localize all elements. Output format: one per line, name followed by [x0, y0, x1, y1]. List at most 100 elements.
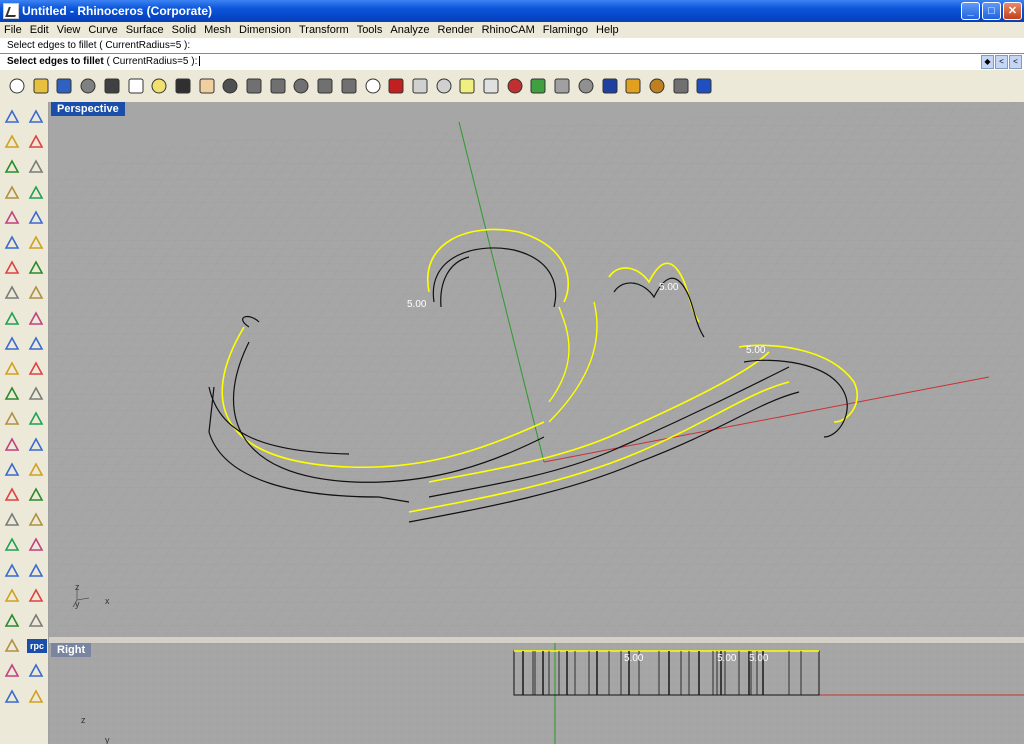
command-scroll-button-0[interactable]: ◆ — [981, 55, 994, 69]
open-icon[interactable] — [32, 77, 50, 95]
settings-icon[interactable] — [648, 77, 666, 95]
cut-icon[interactable] — [103, 77, 121, 95]
menu-help[interactable]: Help — [592, 22, 623, 38]
polygon-icon[interactable] — [3, 209, 21, 227]
four-viewports-icon[interactable] — [364, 77, 382, 95]
menu-flamingo[interactable]: Flamingo — [539, 22, 592, 38]
shovel-icon[interactable] — [27, 612, 45, 630]
right-viewport-label[interactable]: Right — [51, 643, 92, 657]
menu-edit[interactable]: Edit — [26, 22, 53, 38]
command-line[interactable]: Select edges to fillet ( CurrentRadius=5… — [0, 53, 1024, 71]
leaf-icon[interactable] — [3, 662, 21, 680]
surface-icon[interactable] — [3, 234, 21, 252]
layer-icon[interactable] — [411, 77, 429, 95]
rotate-icon[interactable] — [3, 536, 21, 554]
maximize-button[interactable]: □ — [982, 2, 1001, 20]
group-icon[interactable] — [27, 360, 45, 378]
material-ball-icon[interactable] — [27, 511, 45, 529]
point-icon[interactable] — [27, 108, 45, 126]
select-arrow-icon[interactable] — [3, 108, 21, 126]
menu-transform[interactable]: Transform — [295, 22, 353, 38]
menu-render[interactable]: Render — [434, 22, 478, 38]
menu-file[interactable]: File — [0, 22, 26, 38]
zoom-selected-icon[interactable] — [316, 77, 334, 95]
command-scroll-button-2[interactable]: < — [1009, 55, 1022, 69]
cylinder-icon[interactable] — [3, 284, 21, 302]
join-icon[interactable] — [3, 360, 21, 378]
zoom-previous-icon[interactable] — [340, 77, 358, 95]
bulb-icon[interactable] — [3, 688, 21, 706]
viewport-icon[interactable] — [3, 587, 21, 605]
perspective-viewport[interactable]: Perspective 5.00 5.00 5.00 y x z — [49, 102, 1024, 637]
dimension-icon[interactable] — [27, 410, 45, 428]
zoom-window-icon[interactable] — [269, 77, 287, 95]
rhino-app-icon[interactable] — [3, 3, 19, 19]
array-icon[interactable] — [27, 436, 45, 454]
fillet-curve-icon[interactable] — [27, 209, 45, 227]
sphere-render-icon[interactable] — [3, 562, 21, 580]
lightbulb-icon[interactable] — [458, 77, 476, 95]
menu-solid[interactable]: Solid — [168, 22, 200, 38]
menu-mesh[interactable]: Mesh — [200, 22, 235, 38]
zoom-icon[interactable] — [3, 612, 21, 630]
right-viewport[interactable]: Right 5.00 5.00 5.00 z y — [49, 640, 1024, 744]
boolean-icon[interactable] — [27, 310, 45, 328]
menu-analyze[interactable]: Analyze — [386, 22, 433, 38]
shade-icon[interactable] — [27, 536, 45, 554]
lock-icon[interactable] — [482, 77, 500, 95]
command-prompt[interactable]: Select edges to fillet ( CurrentRadius=5… — [7, 56, 201, 67]
explode-icon[interactable] — [3, 310, 21, 328]
save-icon[interactable] — [55, 77, 73, 95]
color-wheel-icon[interactable] — [529, 77, 547, 95]
transform-icon[interactable] — [3, 436, 21, 454]
material-icon[interactable] — [506, 77, 524, 95]
paste-icon[interactable] — [150, 77, 168, 95]
menu-curve[interactable]: Curve — [84, 22, 121, 38]
split-icon[interactable] — [27, 335, 45, 353]
render-icon[interactable] — [3, 486, 21, 504]
polyline-icon[interactable] — [3, 133, 21, 151]
menu-dimension[interactable]: Dimension — [235, 22, 295, 38]
box-icon[interactable] — [3, 259, 21, 277]
arc-icon[interactable] — [3, 184, 21, 202]
control-points-icon[interactable] — [27, 133, 45, 151]
paint-icon[interactable] — [3, 637, 21, 655]
car-icon[interactable] — [387, 77, 405, 95]
help-icon[interactable] — [27, 688, 45, 706]
shaded-sphere-icon[interactable] — [601, 77, 619, 95]
plane-icon[interactable] — [27, 284, 45, 302]
rpc-icon[interactable]: rpc — [27, 637, 47, 655]
zoom-icon[interactable] — [245, 77, 263, 95]
command-scroll-button-1[interactable]: < — [995, 55, 1008, 69]
ellipse-icon[interactable] — [27, 158, 45, 176]
render-sphere-icon[interactable] — [553, 77, 571, 95]
flag-icon[interactable] — [624, 77, 642, 95]
extrude-icon[interactable] — [27, 234, 45, 252]
menu-tools[interactable]: Tools — [353, 22, 387, 38]
snap-icon[interactable] — [435, 77, 453, 95]
rotate-view-icon[interactable] — [221, 77, 239, 95]
wireframe-sphere-icon[interactable] — [577, 77, 595, 95]
environment-icon[interactable] — [27, 562, 45, 580]
trim-icon[interactable] — [3, 335, 21, 353]
close-button[interactable]: ✕ — [1003, 2, 1022, 20]
menu-view[interactable]: View — [53, 22, 85, 38]
help-icon[interactable] — [695, 77, 713, 95]
zoom-extents-icon[interactable] — [292, 77, 310, 95]
print-icon[interactable] — [79, 77, 97, 95]
snapshot-icon[interactable] — [27, 461, 45, 479]
offset-icon[interactable] — [3, 385, 21, 403]
perspective-viewport-label[interactable]: Perspective — [51, 102, 125, 116]
rectangle-icon[interactable] — [27, 184, 45, 202]
minimize-button[interactable]: _ — [961, 2, 980, 20]
solid-tools-icon[interactable] — [3, 461, 21, 479]
mesh-icon[interactable] — [27, 662, 45, 680]
copy-icon[interactable] — [127, 77, 145, 95]
sphere-icon[interactable] — [27, 259, 45, 277]
curve-edit-icon[interactable] — [27, 385, 45, 403]
text-icon[interactable] — [3, 410, 21, 428]
sun-icon[interactable] — [3, 511, 21, 529]
pan-hand-icon[interactable] — [198, 77, 216, 95]
undo-icon[interactable] — [174, 77, 192, 95]
new-icon[interactable] — [8, 77, 26, 95]
